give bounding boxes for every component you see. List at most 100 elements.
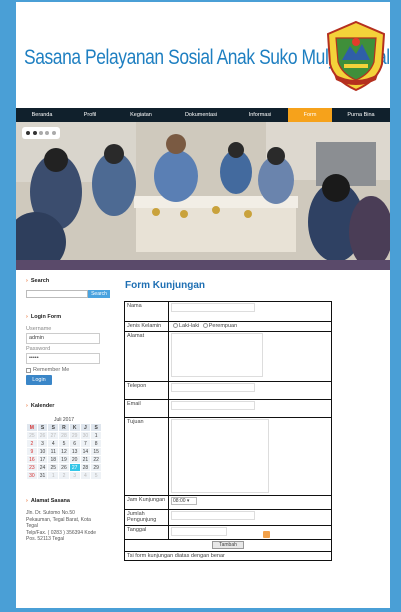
username-label: Username [26, 326, 52, 332]
email-cell [168, 399, 332, 418]
jumlah-pengunjung-input[interactable] [171, 511, 255, 520]
address-line: Pos. 52113 Tegal [26, 536, 65, 542]
calendar-day[interactable]: 2 [58, 471, 70, 480]
calendar-day[interactable]: 31 [36, 471, 49, 480]
calendar-day[interactable]: 27 [47, 431, 60, 440]
calendar-day[interactable]: 3 [68, 471, 81, 480]
calendar-day[interactable]: 29 [68, 431, 81, 440]
tambah-button[interactable]: Tambah [212, 541, 244, 550]
slider-dot-2[interactable] [32, 131, 37, 135]
password-field[interactable]: ••••• [26, 353, 100, 364]
slider-dot-4[interactable] [45, 131, 50, 135]
calendar-day[interactable]: 25 [26, 431, 38, 440]
calendar-day[interactable]: 28 [58, 431, 70, 440]
calendar-day[interactable]: 26 [36, 431, 49, 440]
calendar-day[interactable]: 18 [47, 455, 60, 464]
calendar: Juli 2017 M S S R K J S 25 26 27 28 29 30 1 2 3 4 5 6 7 8 9 10… [26, 415, 102, 480]
calendar-day[interactable]: 10 [36, 447, 49, 456]
calendar-heading-label: Kalender [30, 403, 55, 409]
calendar-day[interactable]: 3 [36, 439, 49, 448]
search-heading: › Search [26, 278, 120, 284]
jam-select[interactable]: 08:00 ▾ [171, 497, 197, 505]
calendar-day[interactable]: 12 [58, 447, 70, 456]
calendar-day[interactable]: 15 [90, 447, 102, 456]
calendar-icon[interactable] [263, 531, 270, 539]
nama-input[interactable] [171, 303, 255, 312]
slider-dot-3[interactable] [38, 131, 43, 135]
calendar-day[interactable]: 25 [47, 463, 60, 472]
calendar-day[interactable]: 6 [68, 439, 81, 448]
remember-me: Remember Me [26, 367, 120, 373]
calendar-day[interactable]: 13 [68, 447, 81, 456]
calendar-month[interactable]: Juli 2017 [26, 415, 102, 424]
remember-checkbox[interactable] [26, 367, 31, 373]
chevron-right-icon: › [26, 498, 28, 504]
calendar-day[interactable]: 8 [90, 439, 102, 448]
nav-item-purna-bina[interactable]: Purna Bina [332, 108, 390, 122]
nav-item-form[interactable]: Form [288, 108, 332, 122]
calendar-day[interactable]: 21 [79, 455, 92, 464]
visit-form: Nama Jenis Kelamin Laki-laki Perempuan A… [124, 301, 332, 562]
nav-item-informasi[interactable]: Informasi [232, 108, 288, 122]
nav-item-kegiatan[interactable]: Kegiatan [112, 108, 170, 122]
calendar-day[interactable]: 17 [36, 455, 49, 464]
calendar-day[interactable]: 7 [79, 439, 92, 448]
calendar-day[interactable]: 27 [68, 463, 81, 472]
calendar-day[interactable]: 16 [26, 455, 38, 464]
telepon-label: Telepon [124, 381, 169, 400]
login-heading: › Login Form [26, 314, 120, 320]
calendar-day[interactable]: 1 [90, 431, 102, 440]
calendar-day[interactable]: 24 [36, 463, 49, 472]
laki-radio[interactable] [173, 323, 178, 329]
calendar-day[interactable]: 4 [79, 471, 92, 480]
submit-cell: Tambah [124, 539, 332, 553]
telepon-input[interactable] [171, 383, 255, 392]
calendar-day[interactable]: 11 [47, 447, 60, 456]
search-button[interactable]: Search [88, 290, 110, 298]
calendar-day[interactable]: 2 [26, 439, 38, 448]
calendar-day[interactable]: 28 [79, 463, 92, 472]
perempuan-radio[interactable] [202, 323, 208, 329]
slider-dot-1[interactable] [26, 131, 31, 135]
calendar-day[interactable]: 1 [47, 471, 60, 480]
calendar-day[interactable]: 26 [58, 463, 70, 472]
calendar-day[interactable]: 23 [26, 463, 38, 472]
search-row: Search [26, 290, 120, 298]
nav-item-profil[interactable]: Profil [68, 108, 112, 122]
calendar-day[interactable]: 14 [79, 447, 92, 456]
calendar-day[interactable]: 9 [26, 447, 38, 456]
page: Sasana Pelayanan Sosial Anak Suko Mulyo … [16, 2, 390, 608]
calendar-day[interactable]: 22 [90, 455, 102, 464]
tujuan-textarea[interactable] [171, 419, 269, 493]
calendar-day[interactable]: 4 [47, 439, 60, 448]
jam-select-value: 08:00 [173, 498, 186, 504]
jumlah-pengunjung-cell [168, 509, 332, 526]
tanggal-label: Tanggal [124, 524, 169, 541]
nav-item-dokumentasi[interactable]: Dokumentasi [170, 108, 232, 122]
tanggal-cell [168, 524, 332, 541]
slider-dot-5[interactable] [51, 131, 56, 135]
calendar-day[interactable]: 5 [90, 471, 102, 480]
chevron-right-icon: › [26, 403, 28, 409]
calendar-day[interactable]: 20 [68, 455, 81, 464]
calendar-day[interactable]: 30 [26, 471, 38, 480]
search-input[interactable] [26, 290, 88, 298]
tanggal-input[interactable] [171, 527, 227, 536]
nav-item-beranda[interactable]: Beranda [16, 108, 68, 122]
login-button[interactable]: Login [26, 375, 52, 385]
calendar-day[interactable]: 29 [90, 463, 102, 472]
calendar-weekday: S [36, 423, 49, 432]
calendar-day[interactable]: 19 [58, 455, 70, 464]
chevron-right-icon: › [26, 314, 28, 320]
tujuan-label: Tujuan [124, 417, 169, 496]
chevron-right-icon: › [26, 278, 28, 284]
alamat-textarea[interactable] [171, 333, 263, 377]
calendar-day[interactable]: 5 [58, 439, 70, 448]
jumlah-pengunjung-label: Jumlah Pengunjung [124, 509, 169, 526]
username-field[interactable]: admin [26, 333, 100, 344]
jenis-kelamin-cell: Laki-laki Perempuan [168, 321, 332, 332]
calendar-day[interactable]: 30 [79, 431, 92, 440]
email-input[interactable] [171, 401, 255, 410]
search-heading-label: Search [30, 278, 50, 284]
hero-slider-photo [16, 122, 390, 270]
